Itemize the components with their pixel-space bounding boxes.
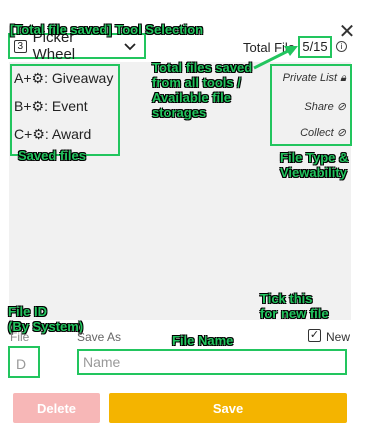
file-label: File (10, 330, 30, 344)
gear-icon: ⚙ (31, 98, 45, 114)
annotation-tick-new: Tick this for new file (260, 291, 329, 321)
file-id-field: D (8, 346, 40, 378)
file-type-share[interactable]: Share ⊘ (304, 100, 346, 113)
info-icon[interactable]: i (336, 41, 347, 52)
file-name: Giveaway (51, 70, 114, 86)
delete-button[interactable]: Delete (13, 393, 100, 423)
file-type-panel: Private List 🔒︎ Share ⊘ Collect ⊘ (270, 64, 352, 146)
save-button[interactable]: Save (109, 393, 347, 423)
gear-icon: ⚙ (32, 126, 45, 142)
save-as-label: Save As (77, 330, 122, 344)
annotation-saved-files: Saved files (18, 148, 86, 163)
file-prefix: B (14, 98, 24, 114)
gear-icon: ⚙ (31, 70, 45, 86)
annotation-arrow (253, 46, 298, 70)
file-prefix: C (14, 126, 25, 142)
annotation-file-type: File Type & Viewability (280, 150, 349, 180)
close-icon: ✕ (338, 21, 356, 43)
saved-file-list: A+⚙: Giveaway B+⚙: Event C+⚙: Award (10, 64, 120, 156)
file-type-collect[interactable]: Collect ⊘ (300, 126, 346, 139)
file-prefix: A (14, 70, 24, 86)
list-item[interactable]: C+⚙: Award (14, 126, 91, 143)
chevron-down-icon (124, 39, 136, 54)
list-item[interactable]: B+⚙: Event (14, 98, 88, 115)
no-entry-icon: ⊘ (336, 101, 346, 113)
file-name: Award (51, 126, 92, 142)
annotation-file-name: File Name (172, 333, 234, 348)
lock-icon: 🔒︎ (340, 72, 346, 84)
name-input[interactable] (77, 349, 347, 375)
close-button[interactable]: ✕ (337, 22, 357, 42)
annotation-total-files: Total files saved from all tools / Avail… (152, 60, 253, 120)
new-file-label: New (326, 330, 351, 344)
tool-count-badge: 3 (14, 39, 27, 53)
new-file-checkbox[interactable]: ✓ (308, 329, 321, 342)
total-file-count: 5/15 (298, 36, 332, 58)
list-item[interactable]: A+⚙: Giveaway (14, 70, 113, 87)
file-name: Event (51, 98, 88, 114)
file-type-private[interactable]: Private List 🔒︎ (283, 72, 346, 85)
no-entry-icon: ⊘ (336, 127, 346, 139)
annotation-tool-selection: [Total file saved] Tool Selection (10, 22, 204, 37)
